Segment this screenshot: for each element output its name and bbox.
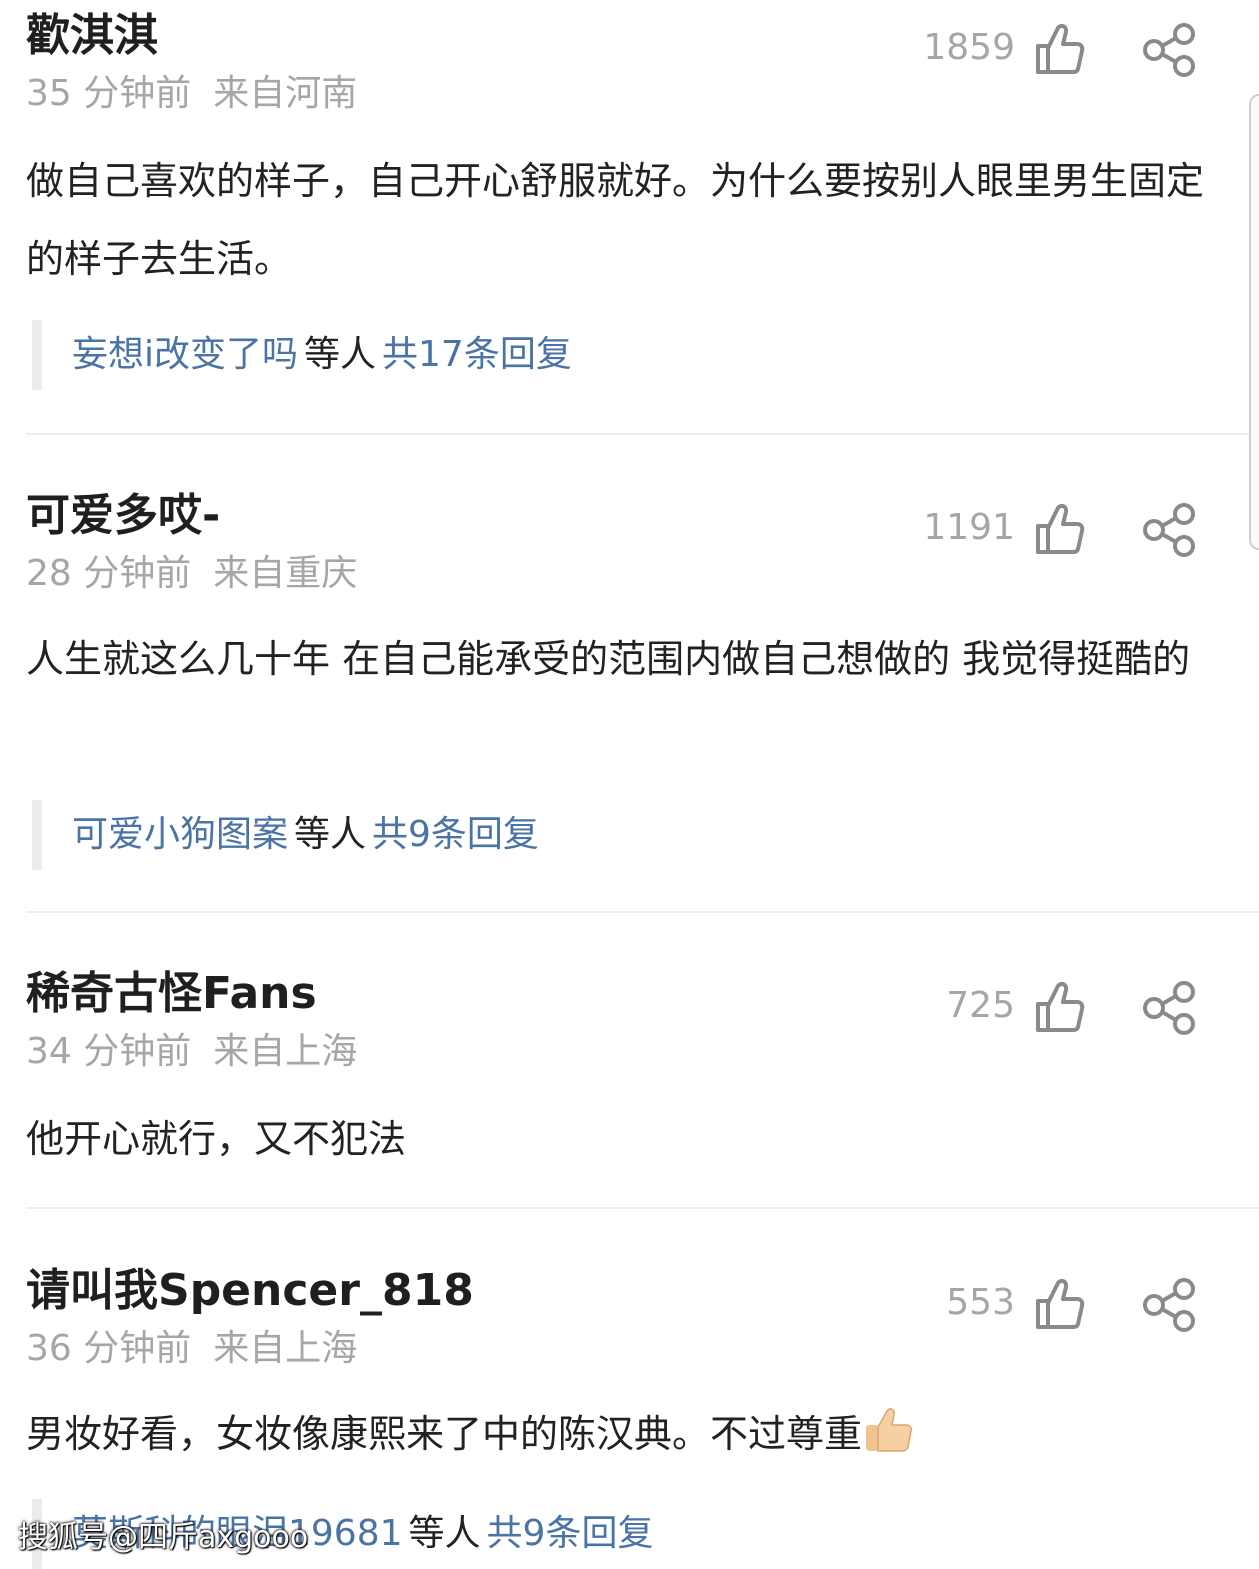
divider (26, 911, 1259, 913)
comment-time: 36 分钟前 (26, 1328, 192, 1369)
comment-time: 34 分钟前 (26, 1031, 192, 1072)
comment-username[interactable]: 请叫我Spencer_818 (26, 1265, 474, 1317)
reply-summary[interactable]: 妄想i改变了吗 等人 共17条回复 (32, 320, 572, 390)
like-count: 1191 (923, 507, 1015, 548)
comment-username[interactable]: 稀奇古怪Fans (26, 968, 317, 1020)
comment-location: 来自河南 (213, 73, 358, 114)
comment-text: 人生就这么几十年 在自己能承受的范围内做自己想做的 我觉得挺酷的 (26, 637, 1191, 681)
comment-time: 28 分钟前 (26, 553, 192, 594)
comment-item: 可爱多哎- 28 分钟前 来自重庆 1191 人生就这么几十年 在自己能承受的范围… (0, 490, 1259, 890)
comment-meta: 28 分钟前 来自重庆 (26, 552, 357, 596)
comment-location: 来自上海 (213, 1031, 358, 1072)
like-count: 1859 (923, 27, 1015, 68)
share-button[interactable] (1140, 1277, 1198, 1333)
like-count: 553 (946, 1282, 1015, 1323)
comment-item: 歡淇淇 35 分钟前 来自河南 1859 做自己喜欢的样子，自己开心舒服就好。为什… (0, 10, 1259, 430)
comment-location: 来自上海 (213, 1328, 358, 1369)
reply-username[interactable]: 可爱小狗图案 (72, 814, 288, 855)
thumbs-up-outline-icon (1036, 981, 1085, 1032)
reply-total[interactable]: 共9条回复 (372, 814, 539, 855)
share-icon (1143, 981, 1195, 1035)
like-count: 725 (946, 985, 1015, 1026)
reply-etc: 等人 (408, 1513, 481, 1554)
share-button[interactable] (1140, 980, 1198, 1036)
comment-meta: 35 分钟前 来自河南 (26, 72, 357, 116)
comment-username[interactable]: 可爱多哎- (26, 490, 220, 542)
reply-etc: 等人 (304, 334, 377, 375)
comment-text: 他开心就行，又不犯法 (26, 1117, 407, 1161)
comment-location: 来自重庆 (213, 553, 358, 594)
comment-meta: 34 分钟前 来自上海 (26, 1030, 357, 1074)
thumbs-up-outline-icon (1036, 1278, 1085, 1329)
like-button[interactable] (1034, 1277, 1086, 1331)
comment-username[interactable]: 歡淇淇 (26, 10, 158, 62)
share-button[interactable] (1140, 502, 1198, 558)
comment-text-content: 男妆好看，女妆像康熙来了中的陈汉典。不过尊重 (26, 1412, 863, 1456)
comment-item: 稀奇古怪Fans 34 分钟前 来自上海 725 他开心就行，又不犯法 (0, 968, 1259, 1178)
comment-meta: 36 分钟前 来自上海 (26, 1327, 357, 1371)
like-button[interactable] (1034, 22, 1086, 76)
thumbs-up-outline-icon (1036, 23, 1085, 74)
reply-total[interactable]: 共9条回复 (487, 1513, 654, 1554)
reply-summary[interactable]: 可爱小狗图案 等人 共9条回复 (32, 800, 539, 870)
thumbs-up-emoji-icon (866, 1408, 913, 1452)
share-icon (1143, 503, 1195, 557)
comment-text: 做自己喜欢的样子，自己开心舒服就好。为什么要按别人眼里男生固定的样子去生活。 (26, 159, 1205, 281)
share-button[interactable] (1140, 22, 1198, 78)
comment-time: 35 分钟前 (26, 73, 192, 114)
share-icon (1143, 1278, 1195, 1332)
share-icon (1143, 23, 1195, 77)
like-button[interactable] (1034, 980, 1086, 1034)
comment-text: 男妆好看，女妆像康熙来了中的陈汉典。不过尊重 (26, 1395, 1216, 1473)
reply-total[interactable]: 共17条回复 (382, 334, 572, 375)
divider (26, 433, 1259, 435)
thumbs-up-outline-icon (1036, 503, 1085, 554)
watermark: 搜狐号@四斤axgooo (18, 1520, 309, 1555)
reply-username[interactable]: 妄想i改变了吗 (72, 334, 298, 375)
reply-etc: 等人 (294, 814, 367, 855)
divider (26, 1207, 1259, 1209)
scrollbar[interactable] (1249, 94, 1259, 550)
like-button[interactable] (1034, 502, 1086, 556)
